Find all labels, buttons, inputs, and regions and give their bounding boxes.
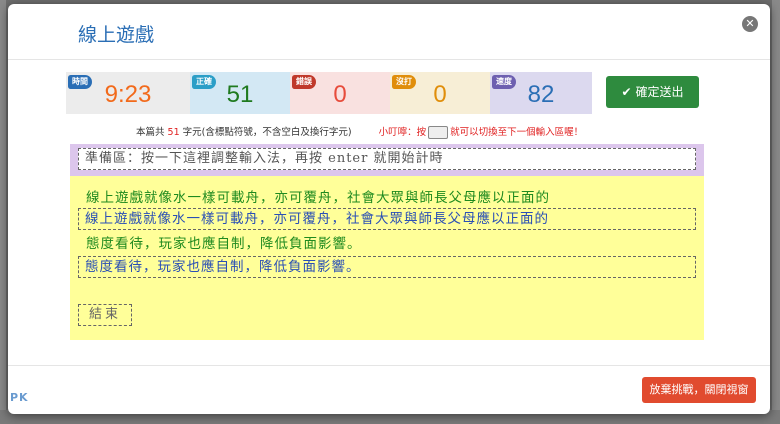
close-circle-icon[interactable]: ✕ — [742, 16, 758, 32]
stat-speed-value: 82 — [527, 81, 555, 108]
info-suffix: 字元(含標點符號，不含空白及換行字元) — [182, 127, 352, 138]
source-line-2: 態度看待，玩家也應自制，降低負面影響。 — [86, 236, 362, 252]
typing-game-modal: 線上遊戲 ✕ 時間 9:23 正確 51 錯誤 0 沒打 0 速度 82 ✔ 確定… — [8, 4, 770, 414]
info-line: 本篇共 51 字元(含標點符號，不含空白及換行字元) 小叮嚀：按 就可以切換至下一… — [136, 125, 656, 141]
typing-area: 線上遊戲就像水一樣可載舟，亦可覆舟，社會大眾與師長父母應以正面的 線上遊戲就像水… — [70, 176, 704, 340]
modal-title: 線上遊戲 — [78, 24, 155, 46]
end-button[interactable]: 結束 — [78, 304, 132, 326]
stat-wrong-value: 0 — [333, 81, 347, 108]
typing-input-2[interactable]: 態度看待，玩家也應自制，降低負面影響。 — [78, 256, 696, 278]
info-prefix: 本篇共 — [136, 127, 165, 138]
modal-footer: 放棄挑戰，關閉視窗 — [8, 365, 770, 414]
watermark-logo: PK — [10, 391, 29, 404]
stat-wrong: 錯誤 0 — [290, 72, 390, 114]
prep-input[interactable]: 準備區：按一下這裡調整輸入法，再按 enter 就開始計時 — [78, 148, 696, 170]
stat-speed: 速度 82 — [490, 72, 592, 114]
keyboard-icon — [428, 126, 449, 139]
check-icon: ✔ — [621, 85, 632, 99]
stat-time: 時間 9:23 — [66, 72, 190, 114]
stat-missed-value: 0 — [433, 81, 447, 108]
char-count: 51 — [167, 127, 180, 138]
abandon-button[interactable]: 放棄挑戰，關閉視窗 — [642, 377, 756, 403]
submit-button-label: 確定送出 — [635, 85, 684, 99]
typing-input-1[interactable]: 線上遊戲就像水一樣可載舟，亦可覆舟，社會大眾與師長父母應以正面的 — [78, 208, 696, 230]
tip-suffix: 就可以切換至下一個輸入區喔！ — [450, 127, 584, 138]
stat-missed: 沒打 0 — [390, 72, 490, 114]
submit-button[interactable]: ✔ 確定送出 — [606, 76, 699, 108]
stat-time-value: 9:23 — [104, 81, 152, 108]
background-page-right — [772, 0, 780, 424]
modal-header: 線上遊戲 ✕ — [8, 4, 770, 60]
stats-bar: 時間 9:23 正確 51 錯誤 0 沒打 0 速度 82 — [66, 72, 594, 114]
prep-area: 準備區：按一下這裡調整輸入法，再按 enter 就開始計時 — [70, 144, 704, 176]
source-line-1: 線上遊戲就像水一樣可載舟，亦可覆舟，社會大眾與師長父母應以正面的 — [86, 190, 550, 206]
background-page-left — [0, 0, 6, 424]
tip-prefix: 小叮嚀：按 — [378, 127, 427, 138]
stat-correct-value: 51 — [226, 81, 254, 108]
stat-correct: 正確 51 — [190, 72, 290, 114]
